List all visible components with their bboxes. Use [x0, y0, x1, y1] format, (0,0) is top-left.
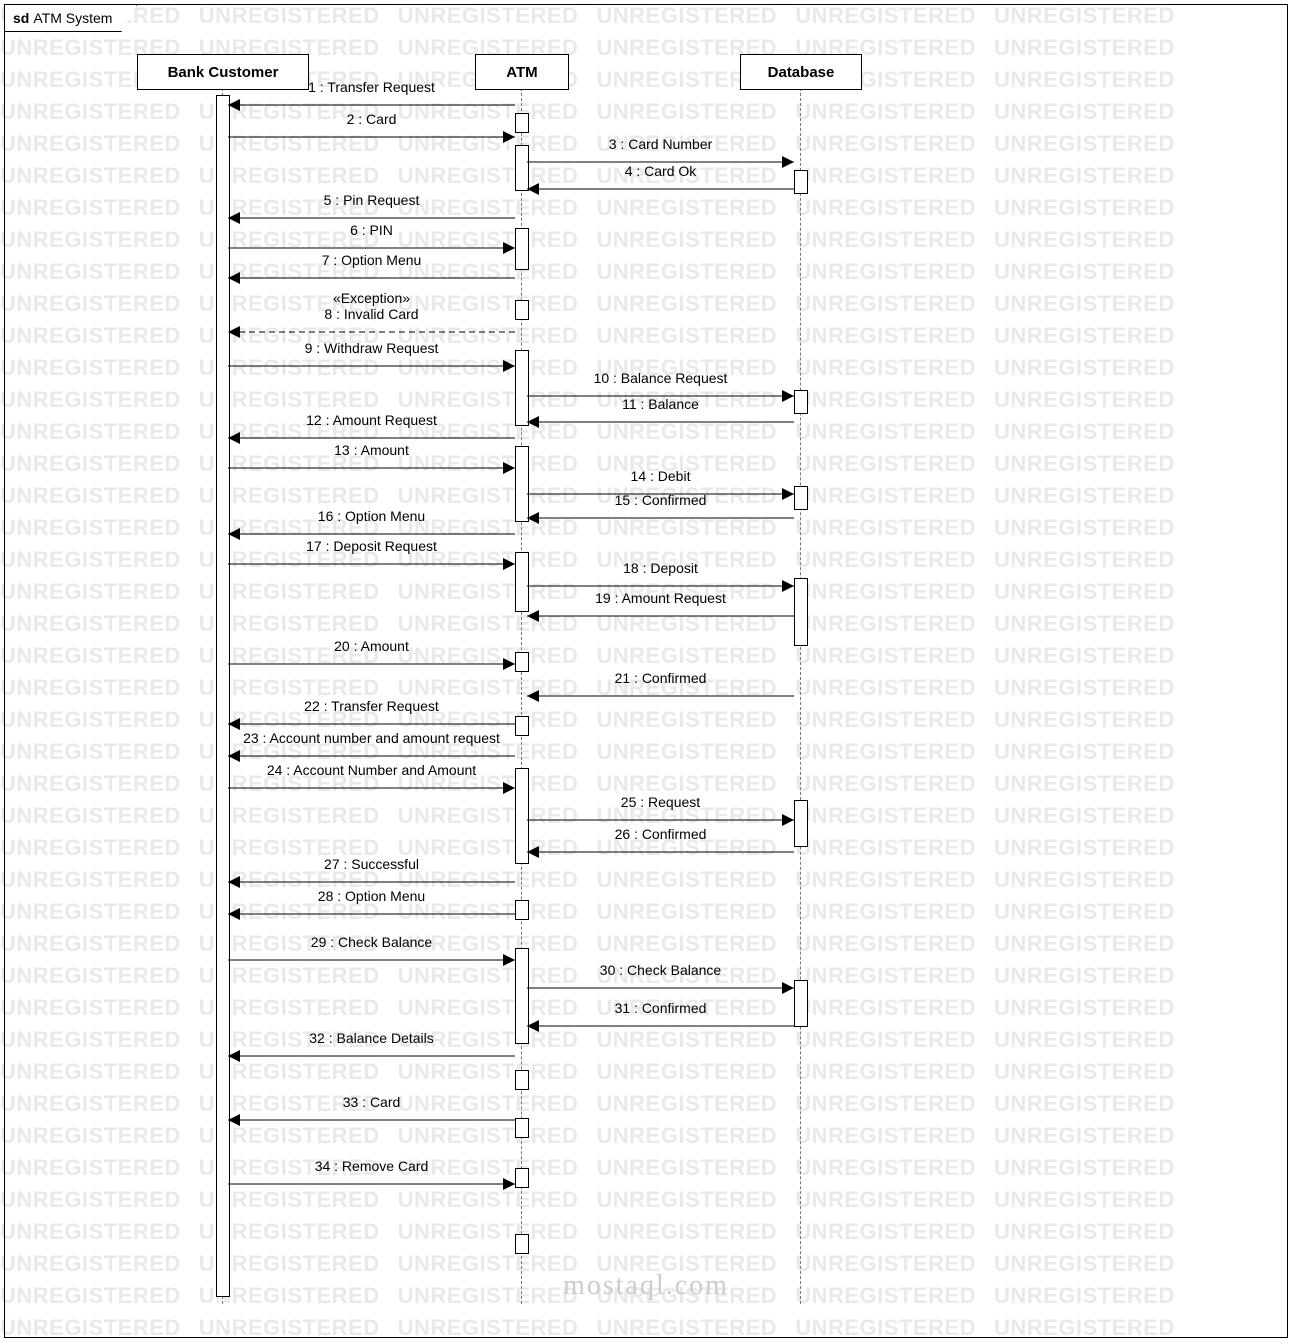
activation: [515, 1070, 529, 1090]
activation: [794, 170, 808, 194]
message-label: 32 : Balance Details: [228, 1030, 515, 1046]
activation: [794, 390, 808, 414]
message-label: 23 : Account number and amount request: [228, 730, 515, 746]
message-15: 15 : Confirmed: [527, 510, 794, 526]
activation: [794, 486, 808, 510]
message-label: 16 : Option Menu: [228, 508, 515, 524]
sequence-diagram-canvas: UNREGISTEREDUNREGISTEREDUNREGISTEREDUNRE…: [0, 0, 1292, 1342]
message-11: 11 : Balance: [527, 414, 794, 430]
message-label: 6 : PIN: [228, 222, 515, 238]
activation: [515, 1118, 529, 1138]
activation: [794, 980, 808, 1027]
frame-title: ATM System: [33, 10, 112, 26]
message-label: 31 : Confirmed: [527, 1000, 794, 1016]
message-label: 27 : Successful: [228, 856, 515, 872]
message-34: 34 : Remove Card: [228, 1176, 515, 1192]
message-21: 21 : Confirmed: [527, 688, 794, 704]
message-label: 34 : Remove Card: [228, 1158, 515, 1174]
message-label: 25 : Request: [527, 794, 794, 810]
message-label: 4 : Card Ok: [527, 163, 794, 179]
message-8: «Exception»8 : Invalid Card: [228, 324, 515, 340]
message-32: 32 : Balance Details: [228, 1048, 515, 1064]
activation: [515, 1234, 529, 1254]
activation: [515, 300, 529, 320]
activation: [515, 228, 529, 270]
lifeline-db: Database: [740, 54, 862, 90]
message-label: 29 : Check Balance: [228, 934, 515, 950]
message-9: 9 : Withdraw Request: [228, 358, 515, 374]
message-label: 18 : Deposit: [527, 560, 794, 576]
message-label: 26 : Confirmed: [527, 826, 794, 842]
message-2: 2 : Card: [228, 129, 515, 145]
activation: [794, 800, 808, 847]
message-label: 5 : Pin Request: [228, 192, 515, 208]
message-label: 28 : Option Menu: [228, 888, 515, 904]
message-31: 31 : Confirmed: [527, 1018, 794, 1034]
message-label: 7 : Option Menu: [228, 252, 515, 268]
message-label: 3 : Card Number: [527, 136, 794, 152]
activation: [515, 716, 529, 736]
message-label: 19 : Amount Request: [527, 590, 794, 606]
message-label: 15 : Confirmed: [527, 492, 794, 508]
message-label: 17 : Deposit Request: [228, 538, 515, 554]
message-stereotype: «Exception»: [228, 290, 515, 306]
message-7: 7 : Option Menu: [228, 270, 515, 286]
message-label: 2 : Card: [228, 111, 515, 127]
message-26: 26 : Confirmed: [527, 844, 794, 860]
message-19: 19 : Amount Request: [527, 608, 794, 624]
message-17: 17 : Deposit Request: [228, 556, 515, 572]
message-label: 1 : Transfer Request: [228, 79, 515, 95]
activation: [515, 1168, 529, 1188]
message-label: 11 : Balance: [527, 396, 794, 412]
message-30: 30 : Check Balance: [527, 980, 794, 996]
message-label: 22 : Transfer Request: [228, 698, 515, 714]
message-label: 30 : Check Balance: [527, 962, 794, 978]
message-label: 33 : Card: [228, 1094, 515, 1110]
message-label: 10 : Balance Request: [527, 370, 794, 386]
activation: [515, 900, 529, 920]
message-13: 13 : Amount: [228, 460, 515, 476]
message-label: 8 : Invalid Card: [228, 306, 515, 322]
frame-prefix: sd: [13, 10, 29, 26]
message-label: 24 : Account Number and Amount: [228, 762, 515, 778]
lifeline-line-db: [800, 88, 801, 1304]
activation: [794, 578, 808, 646]
message-28: 28 : Option Menu: [228, 906, 515, 922]
message-label: 20 : Amount: [228, 638, 515, 654]
message-33: 33 : Card: [228, 1112, 515, 1128]
activation: [515, 652, 529, 672]
message-label: 21 : Confirmed: [527, 670, 794, 686]
activation: [515, 113, 529, 133]
message-label: 13 : Amount: [228, 442, 515, 458]
message-24: 24 : Account Number and Amount: [228, 780, 515, 796]
message-20: 20 : Amount: [228, 656, 515, 672]
message-label: 9 : Withdraw Request: [228, 340, 515, 356]
message-label: 12 : Amount Request: [228, 412, 515, 428]
message-label: 14 : Debit: [527, 468, 794, 484]
message-4: 4 : Card Ok: [527, 181, 794, 197]
frame-title-tab: sd ATM System: [4, 4, 137, 32]
message-29: 29 : Check Balance: [228, 952, 515, 968]
